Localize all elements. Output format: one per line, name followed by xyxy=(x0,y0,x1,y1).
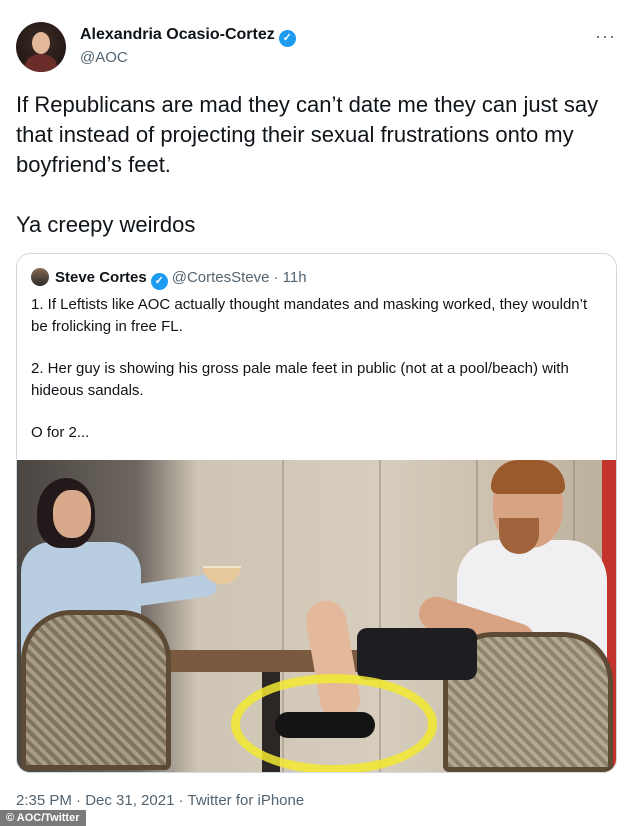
quoted-paragraph: 1. If Leftists like AOC actually thought… xyxy=(31,296,588,335)
verified-badge-icon: ✓ xyxy=(278,30,296,47)
quoted-paragraph: O for 2... xyxy=(31,424,90,441)
tweet-header: Alexandria Ocasio-Cortez ✓ @AOC ··· xyxy=(16,22,618,74)
tweet-source-link[interactable]: Twitter for iPhone xyxy=(187,792,304,809)
tweet-timestamp[interactable]: 2:35 PM · Dec 31, 2021 · xyxy=(16,792,187,809)
author-avatar[interactable] xyxy=(16,22,66,72)
author-name[interactable]: Alexandria Ocasio-Cortez ✓ xyxy=(80,26,296,47)
quoted-paragraph: 2. Her guy is showing his gross pale mal… xyxy=(31,360,569,399)
quoted-author-avatar xyxy=(31,268,49,286)
avatar-body xyxy=(25,54,57,72)
author-name-text: Alexandria Ocasio-Cortez xyxy=(80,26,275,43)
tweet-text: If Republicans are mad they can’t date m… xyxy=(16,90,616,240)
photo-chair-left xyxy=(21,610,171,770)
photo-man-shorts xyxy=(357,628,477,680)
tweet-paragraph: Ya creepy weirdos xyxy=(16,212,196,237)
author-handle[interactable]: @AOC xyxy=(80,49,128,66)
photo-highlight-circle xyxy=(231,674,437,772)
photo-woman-face xyxy=(53,490,91,538)
quoted-tweet-header: Steve Cortes ✓ @CortesSteve · 11h xyxy=(31,268,307,290)
quoted-author-handle: @CortesSteve xyxy=(171,269,270,286)
quoted-tweet[interactable]: Steve Cortes ✓ @CortesSteve · 11h 1. If Lef… xyxy=(16,253,617,773)
tweet-footer: 2:35 PM · Dec 31, 2021 · Twitter for iPh… xyxy=(16,792,304,809)
quoted-tweet-photo[interactable] xyxy=(17,460,616,772)
quoted-tweet-time: · 11h xyxy=(273,269,307,286)
more-options-icon[interactable]: ··· xyxy=(595,26,616,47)
quoted-author-name: Steve Cortes xyxy=(55,269,147,286)
quoted-tweet-text: 1. If Leftists like AOC actually thought… xyxy=(31,294,603,444)
verified-badge-icon: ✓ xyxy=(150,273,168,290)
photo-man-hair xyxy=(491,460,565,494)
image-credit: © AOC/Twitter xyxy=(0,810,86,826)
tweet-paragraph: If Republicans are mad they can’t date m… xyxy=(16,92,599,177)
avatar-face xyxy=(32,32,50,54)
